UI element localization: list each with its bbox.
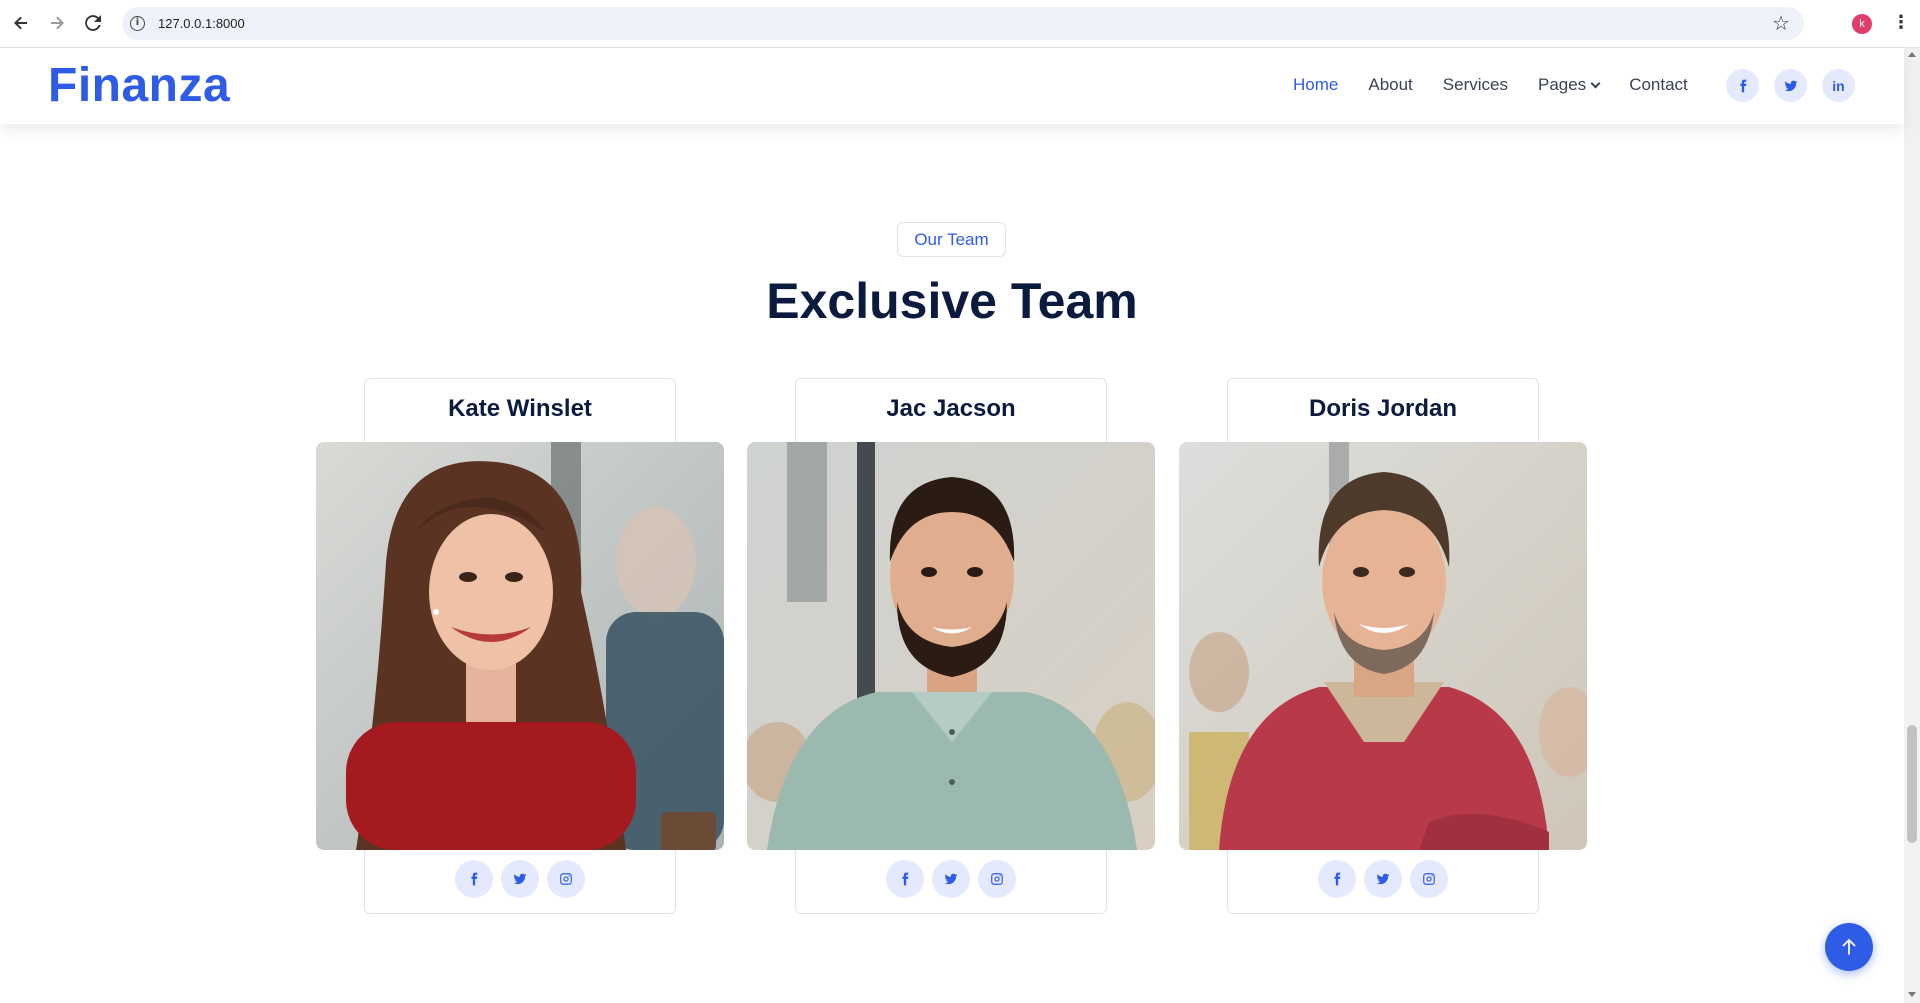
section-title: Exclusive Team (766, 273, 1138, 329)
member-photo (747, 442, 1155, 850)
instagram-icon[interactable] (1410, 860, 1448, 898)
member-name: Doris Jordan (1308, 395, 1458, 422)
twitter-icon[interactable] (501, 860, 539, 898)
profile-avatar[interactable]: k (1852, 14, 1872, 34)
member-social-links (747, 860, 1155, 898)
member-name: Kate Winslet (448, 395, 592, 422)
twitter-icon[interactable] (1364, 860, 1402, 898)
nav-about[interactable]: About (1368, 74, 1412, 96)
linkedin-icon[interactable]: in (1822, 69, 1855, 102)
member-social-links (316, 860, 724, 898)
back-icon[interactable] (10, 12, 32, 34)
team-card: Kate Winslet (316, 378, 726, 914)
team-card: Jac Jacson (747, 378, 1157, 914)
arrow-up-icon (1842, 939, 1856, 955)
page-scrollbar[interactable] (1904, 48, 1920, 1003)
member-photo (1179, 442, 1587, 850)
site-header: Finanza Home About Services Pages Contac… (0, 48, 1904, 124)
scrollbar-thumb[interactable] (1907, 725, 1917, 843)
site-info-icon[interactable]: i (130, 16, 145, 31)
facebook-icon[interactable] (455, 860, 493, 898)
twitter-icon[interactable] (1774, 69, 1807, 102)
facebook-icon[interactable] (886, 860, 924, 898)
member-social-links (1179, 860, 1587, 898)
team-card: Doris Jordan (1179, 378, 1589, 914)
scroll-down-icon[interactable] (1908, 992, 1916, 997)
browser-menu-icon[interactable]: ⋮ (1892, 12, 1910, 34)
nav-pages[interactable]: Pages (1537, 74, 1601, 96)
nav-contact[interactable]: Contact (1629, 74, 1688, 96)
bookmark-star-icon[interactable]: ☆ (1772, 11, 1790, 35)
instagram-icon[interactable] (547, 860, 585, 898)
url-text: 127.0.0.1:8000 (158, 16, 245, 31)
facebook-icon[interactable] (1726, 69, 1759, 102)
nav-services[interactable]: Services (1443, 74, 1508, 96)
address-bar[interactable]: i 127.0.0.1:8000 ☆ (122, 7, 1804, 40)
nav-home[interactable]: Home (1293, 74, 1338, 96)
nav-pages-label: Pages (1537, 75, 1587, 94)
twitter-icon[interactable] (932, 860, 970, 898)
back-to-top-button[interactable] (1825, 923, 1873, 971)
forward-icon[interactable] (46, 12, 68, 34)
reload-icon[interactable] (82, 12, 104, 34)
logo[interactable]: Finanza (48, 58, 230, 114)
instagram-icon[interactable] (978, 860, 1016, 898)
scroll-up-icon[interactable] (1908, 52, 1916, 57)
browser-toolbar: i 127.0.0.1:8000 ☆ k ⋮ (0, 0, 1920, 48)
main-nav: Home About Services Pages Contact (1293, 74, 1718, 96)
header-social-links: in (1726, 69, 1855, 102)
member-name: Jac Jacson (886, 395, 1016, 422)
section-eyebrow: Our Team (897, 222, 1006, 257)
facebook-icon[interactable] (1318, 860, 1356, 898)
chevron-down-icon (1590, 78, 1601, 89)
member-photo (316, 442, 724, 850)
